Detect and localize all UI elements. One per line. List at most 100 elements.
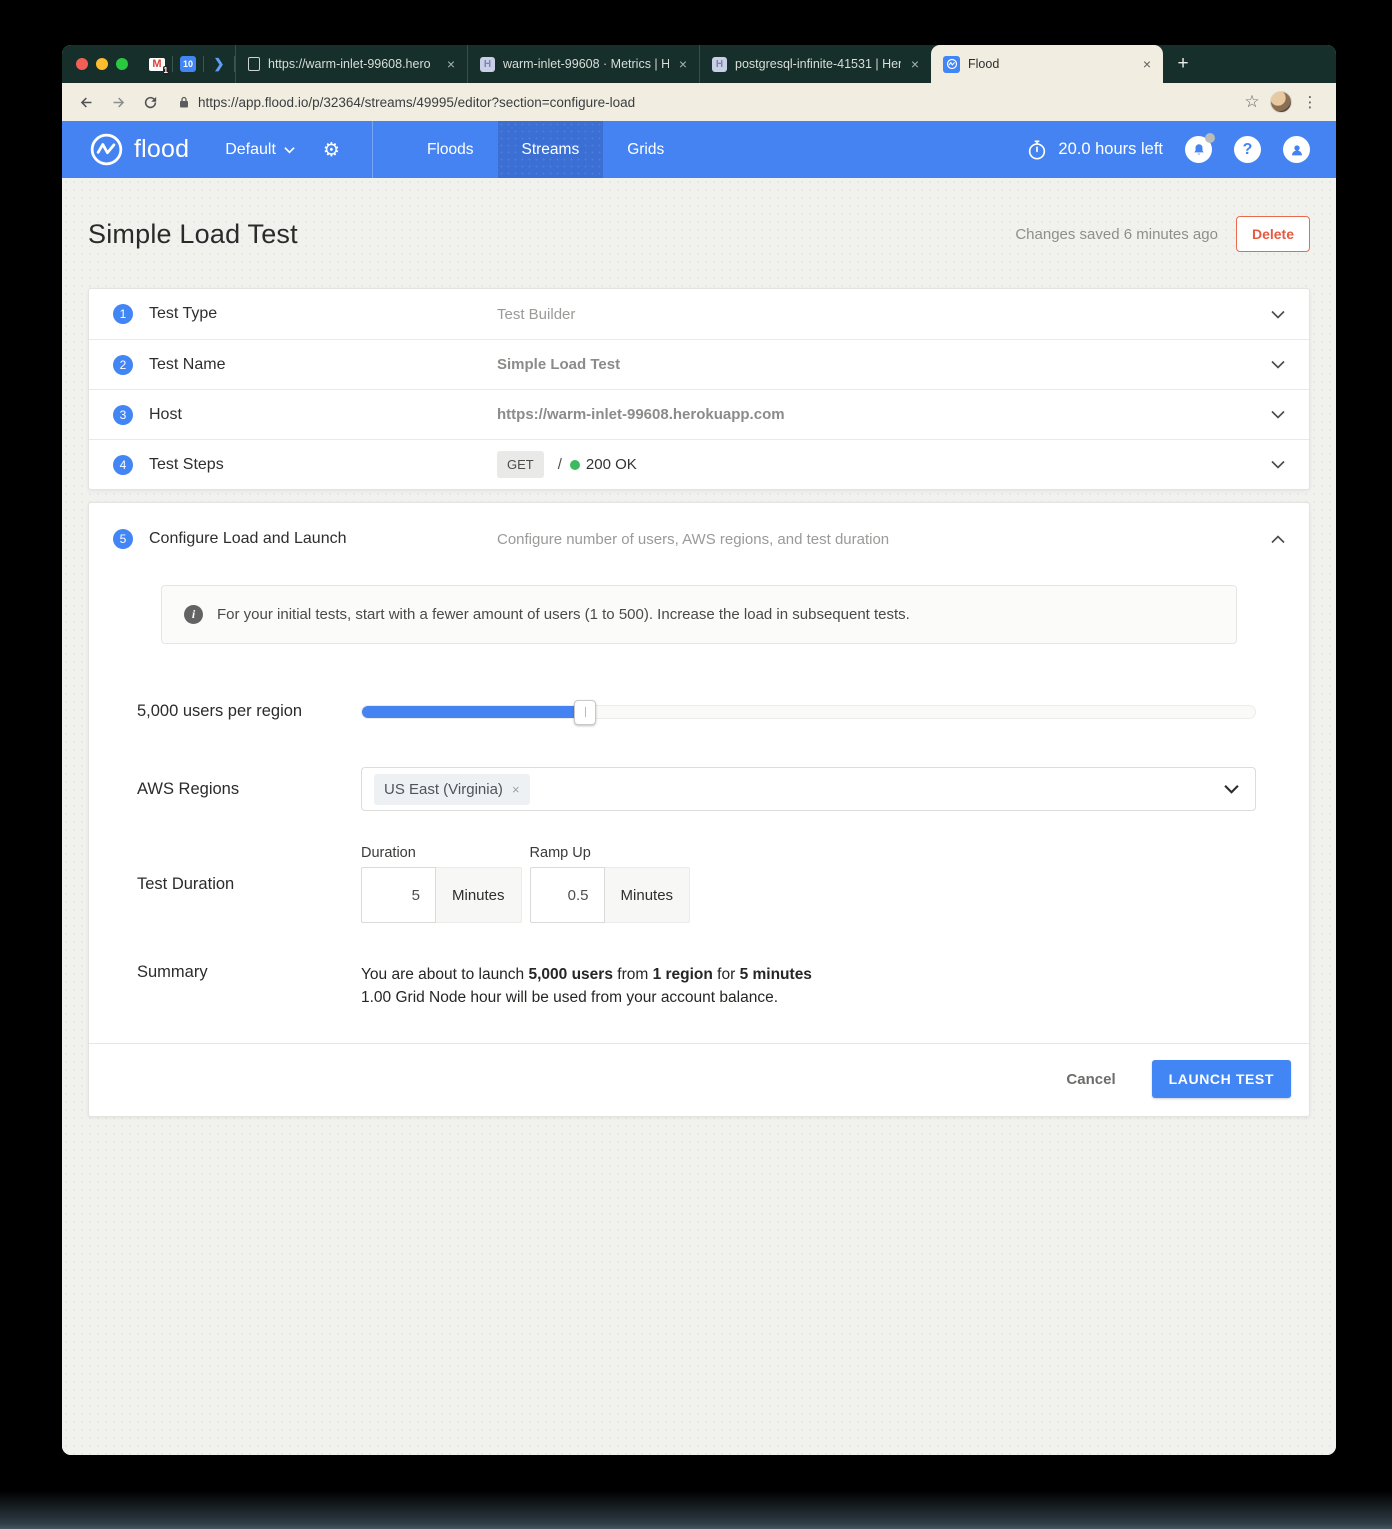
status-label: 200 OK [586,456,637,473]
window-controls [62,45,142,83]
zoom-window-button[interactable] [116,58,128,70]
delete-button[interactable]: Delete [1236,216,1310,252]
tab-close-icon[interactable]: × [909,56,921,72]
summary-line-1: You are about to launch 5,000 users from… [361,963,812,986]
gmail-letter: M [152,58,161,70]
flood-logo-icon [88,131,125,168]
info-icon: i [184,605,203,624]
users-slider[interactable] [361,705,1256,719]
address-bar[interactable]: https://app.flood.io/p/32364/streams/499… [168,88,1234,116]
app-navbar: flood Default ⚙ Floods Streams Grids [62,121,1336,178]
minimize-window-button[interactable] [96,58,108,70]
nav-item-grids[interactable]: Grids [603,121,688,178]
cancel-button[interactable]: Cancel [1066,1071,1115,1088]
users-row: 5,000 users per region [137,702,1259,721]
aws-regions-select[interactable]: US East (Virginia) × [361,767,1256,811]
tab-close-icon[interactable]: × [1141,56,1153,72]
step-number-badge: 3 [113,405,133,425]
heroku-icon: H [712,57,727,72]
chevron-down-icon[interactable] [1224,784,1239,794]
saved-status: Changes saved 6 minutes ago [1015,226,1218,243]
pinned-tabs: M 1 10 ❯ [142,45,235,83]
pinned-tab-gmail[interactable]: M 1 [142,45,172,83]
new-tab-button[interactable]: + [1163,45,1203,83]
chevron-up-icon[interactable] [1271,535,1285,544]
accordion-row-host[interactable]: 3 Host https://warm-inlet-99608.herokuap… [89,389,1309,439]
chevron-down-icon[interactable] [1271,410,1285,419]
aws-regions-row: AWS Regions US East (Virginia) × [137,767,1259,811]
tab-close-icon[interactable]: × [677,56,689,72]
gmail-badge: 1 [163,66,169,75]
notifications-button[interactable] [1185,136,1212,163]
test-duration-row: Test Duration Duration Minutes Ramp Up [137,845,1259,923]
step-value: https://warm-inlet-99608.herokuapp.com [497,406,785,423]
org-selector[interactable]: Default [225,141,295,159]
tab-title: Flood [968,57,1133,71]
lock-icon [178,95,190,110]
app-page: Simple Load Test Changes saved 6 minutes… [62,178,1336,1455]
calendar-icon: 10 [180,56,196,72]
page-header: Simple Load Test Changes saved 6 minutes… [88,216,1310,252]
rampup-field-label: Ramp Up [530,845,691,861]
summary-text: You are about to launch 5,000 users from… [361,963,812,1009]
chevron-down-icon[interactable] [1271,310,1285,319]
settings-gear-icon[interactable]: ⚙ [323,139,340,161]
nav-item-floods[interactable]: Floods [403,121,498,178]
launch-test-button[interactable]: LAUNCH TEST [1152,1060,1291,1098]
step-label: Host [149,406,497,424]
help-button[interactable]: ? [1234,136,1261,163]
account-button[interactable] [1283,136,1310,163]
pinned-tab-arrow[interactable]: ❯ [204,45,234,83]
slider-handle[interactable] [574,700,596,725]
chevron-down-icon[interactable] [1271,360,1285,369]
browser-tab-1[interactable]: https://warm-inlet-99608.hero × [235,45,467,83]
main-nav: Floods Streams Grids [403,121,688,178]
brand-name: flood [134,135,189,164]
rampup-unit: Minutes [605,867,691,923]
hours-left-label: 20.0 hours left [1058,140,1163,159]
tab-title: postgresql-infinite-41531 | Her [735,57,901,71]
slider-fill [362,706,585,718]
step-number-badge: 1 [113,304,133,324]
duration-input[interactable] [361,867,436,923]
path-label: / [558,456,562,473]
step-value: Simple Load Test [497,356,620,373]
duration-field-label: Duration [361,845,522,861]
info-banner: i For your initial tests, start with a f… [161,585,1237,644]
step-label: Configure Load and Launch [149,530,497,548]
card-footer: Cancel LAUNCH TEST [89,1043,1309,1116]
remove-region-icon[interactable]: × [512,782,520,797]
summary-label: Summary [137,963,361,982]
kebab-menu-icon: ⋮ [1303,93,1318,111]
chevron-down-icon [284,146,295,154]
pinned-tab-calendar[interactable]: 10 [173,45,203,83]
tab-close-icon[interactable]: × [445,56,457,72]
accordion-row-configure-load[interactable]: 5 Configure Load and Launch Configure nu… [89,503,1309,573]
tab-title: warm-inlet-99608 · Metrics | H [503,57,669,71]
bookmark-star-button[interactable]: ☆ [1238,88,1266,116]
reload-button[interactable] [136,88,164,116]
nav-item-streams[interactable]: Streams [498,121,604,178]
rampup-input[interactable] [530,867,605,923]
step-label: Test Steps [149,456,497,474]
notification-badge [1205,133,1215,143]
accordion-row-test-type[interactable]: 1 Test Type Test Builder [89,289,1309,339]
duration-unit: Minutes [436,867,522,923]
url-text[interactable]: https://app.flood.io/p/32364/streams/499… [198,95,635,110]
accordion-row-test-steps[interactable]: 4 Test Steps GET / 200 OK [89,439,1309,489]
back-button[interactable] [72,88,100,116]
chevron-down-icon[interactable] [1271,460,1285,469]
summary-row: Summary You are about to launch 5,000 us… [137,963,1259,1009]
arrow-icon: ❯ [214,56,225,72]
forward-button[interactable] [104,88,132,116]
browser-menu-button[interactable]: ⋮ [1296,88,1324,116]
browser-profile-avatar[interactable] [1270,91,1292,113]
browser-tab-2[interactable]: H warm-inlet-99608 · Metrics | H × [467,45,699,83]
page-icon [248,57,260,71]
flood-logo[interactable]: flood [88,131,189,168]
test-duration-label: Test Duration [137,875,361,894]
accordion-row-test-name[interactable]: 2 Test Name Simple Load Test [89,339,1309,389]
browser-tab-3[interactable]: H postgresql-infinite-41531 | Her × [699,45,931,83]
browser-tab-flood-active[interactable]: Flood × [931,45,1163,83]
close-window-button[interactable] [76,58,88,70]
